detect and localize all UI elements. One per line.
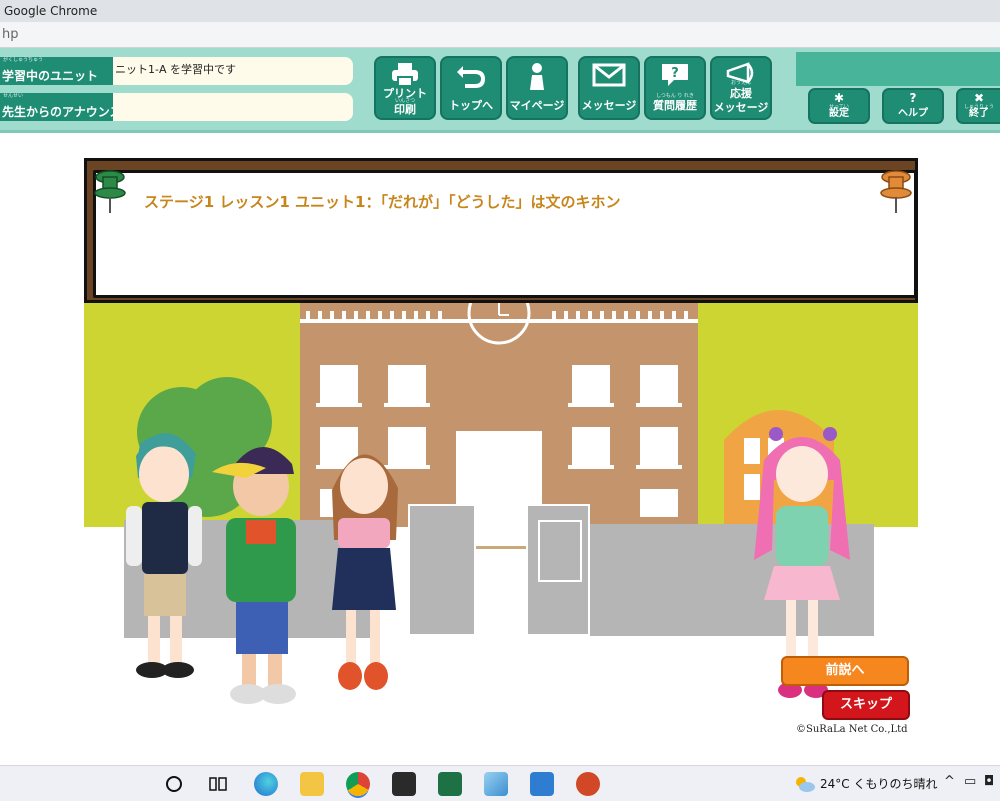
school-window [640, 427, 678, 465]
app-header: がくしゅうちゅう 学習中のユニット ニット1-A を学習中です せんせい 先生か… [0, 48, 1000, 133]
question-history-button[interactable]: ? しつもん り れき 質問履歴 [644, 56, 706, 120]
envelope-icon [592, 63, 626, 87]
window-sill [568, 403, 614, 407]
settings-label: 設定 [829, 108, 849, 119]
orange-pin-icon [880, 170, 912, 213]
boy-character-cap [212, 446, 296, 704]
weather-cloud-icon [796, 777, 815, 792]
taskbar: 24°C くもりのち晴れ ^ ▭ ◘ [0, 765, 1000, 801]
task-view-icon[interactable] [208, 774, 228, 794]
school-window [640, 489, 678, 517]
top-button[interactable]: トップへ [440, 56, 502, 120]
window-sill [636, 465, 682, 469]
gate-post-right [526, 504, 590, 636]
back-arrow-icon [457, 66, 485, 88]
close-icon: ✖ [973, 91, 985, 105]
help-label: ヘルプ [898, 108, 928, 119]
girl-character-brown-hair [332, 454, 398, 690]
exit-label: 終了 [969, 108, 989, 119]
title-board-panel: ステージ1 レッスン1 ユニット1：「だれが」「どうした」は文のキホン [93, 170, 917, 298]
current-unit-label: がくしゅうちゅう 学習中のユニット [0, 57, 113, 85]
cheer-message-button[interactable]: おうえん 応援 メッセージ [710, 56, 772, 120]
announcement-value [113, 93, 353, 121]
skip-button[interactable]: スキップ [822, 690, 910, 720]
print-label-kanji: 印刷 [394, 103, 416, 116]
powerpoint-icon[interactable] [576, 772, 600, 796]
cheer-label-1: 応援 [730, 87, 752, 100]
lesson-title: ステージ1 レッスン1 ユニット1：「だれが」「どうした」は文のキホン [144, 193, 621, 211]
current-unit-row: がくしゅうちゅう 学習中のユニット ニット1-A を学習中です [0, 57, 360, 85]
print-button[interactable]: プリント いんさつ 印刷 [374, 56, 436, 120]
cheer-ruby: おうえん [730, 80, 751, 86]
school-window [572, 365, 610, 403]
school-window [388, 365, 426, 403]
green-pin-icon [94, 170, 126, 213]
school-window [320, 365, 358, 403]
window-sill [384, 403, 430, 407]
school-window [572, 427, 610, 465]
mypage-button[interactable]: マイページ [506, 56, 568, 120]
file-explorer-icon[interactable] [300, 772, 324, 796]
help-button[interactable]: ? ヘルプ [882, 88, 944, 124]
display-icon[interactable]: ▭ [964, 774, 976, 789]
person-icon [530, 63, 544, 90]
lesson-scene: ステージ1 レッスン1 ユニット1：「だれが」「どうした」は文のキホン 前説へ … [84, 158, 918, 735]
copyright-text: ©SuRaLa Net Co.,Ltd [796, 724, 908, 735]
current-unit-label-ruby: がくしゅうちゅう [3, 57, 44, 63]
current-unit-value: ニット1-A を学習中です [113, 57, 353, 85]
edge-icon[interactable] [254, 772, 278, 796]
camera-icon[interactable]: ◘ [984, 774, 994, 789]
boy-character-teal-hair [126, 432, 202, 678]
cheer-label-2: メッセージ [713, 101, 769, 114]
settings-button[interactable]: ✱ せってい 設定 [808, 88, 870, 124]
nameplate [538, 520, 582, 582]
window-title: Google Chrome [0, 0, 1000, 22]
app-icon-dark[interactable] [392, 772, 416, 796]
announcement-label-ruby: せんせい [3, 93, 24, 99]
school-window [640, 365, 678, 403]
search-icon[interactable] [164, 774, 184, 794]
title-board: ステージ1 レッスン1 ユニット1：「だれが」「どうした」は文のキホン [84, 158, 918, 303]
exit-button[interactable]: ✖ しゅうりょう 終了 [956, 88, 1000, 124]
window-sill [568, 465, 614, 469]
mypage-label: マイページ [509, 99, 565, 112]
previous-explanation-button[interactable]: 前説へ [781, 656, 909, 686]
announcement-label-text: 先生からのアナウンス [2, 105, 122, 119]
announcement-label: せんせい 先生からのアナウンス [0, 93, 122, 121]
gear-icon: ✱ [833, 91, 845, 105]
gate-post-left [408, 504, 476, 636]
window-sill [316, 403, 362, 407]
excel-icon[interactable] [438, 772, 462, 796]
chevron-up-icon[interactable]: ^ [944, 774, 955, 789]
question-bubble-icon: ? [662, 64, 688, 86]
announcement-row: せんせい 先生からのアナウンス [0, 93, 360, 121]
current-unit-label-text: 学習中のユニット [2, 69, 99, 83]
address-bar[interactable]: hp [0, 22, 1000, 48]
chrome-icon[interactable] [346, 772, 370, 796]
header-right-panel [796, 52, 1000, 86]
svg-text:?: ? [671, 66, 679, 81]
photos-icon[interactable] [530, 772, 554, 796]
help-icon: ? [909, 91, 917, 105]
notes-icon[interactable] [484, 772, 508, 796]
printer-icon [392, 63, 418, 87]
question-history-label: 質問履歴 [653, 99, 697, 112]
message-label: メッセージ [581, 99, 637, 112]
weather-text[interactable]: 24°C くもりのち晴れ [820, 775, 937, 792]
top-label: トップへ [449, 99, 493, 112]
window-sill [636, 403, 682, 407]
message-button[interactable]: メッセージ [578, 56, 640, 120]
gate-rail [476, 546, 526, 549]
